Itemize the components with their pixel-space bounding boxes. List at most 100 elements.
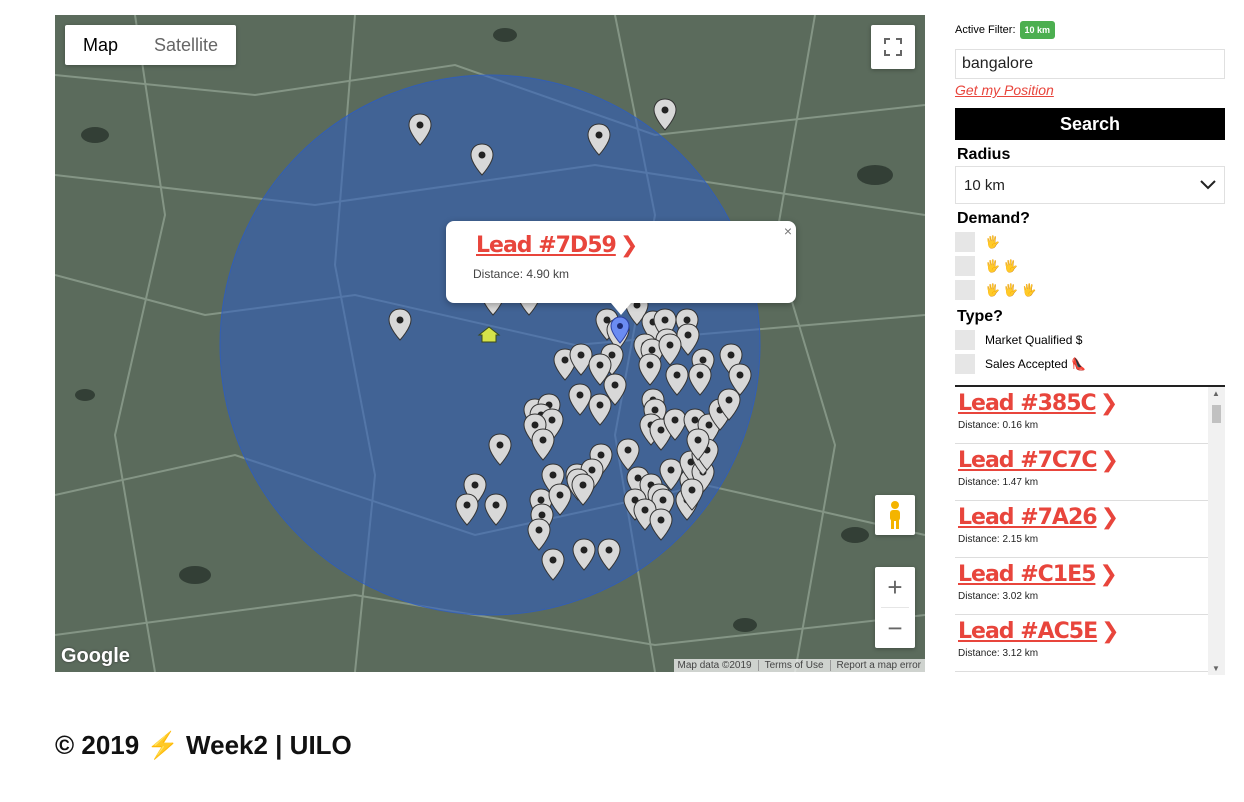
location-search-input[interactable]: bangalore bbox=[955, 49, 1225, 79]
lead-distance: Distance: 2.15 km bbox=[958, 534, 1039, 545]
lead-marker-dot bbox=[416, 121, 424, 129]
lead-marker-dot bbox=[538, 511, 546, 519]
lead-marker-dot bbox=[396, 316, 404, 324]
lead-link[interactable]: Lead #7A26 ❯ bbox=[958, 501, 1208, 530]
map-type-satellite-tab[interactable]: Satellite bbox=[136, 25, 236, 65]
lead-marker-dot bbox=[608, 351, 616, 359]
lead-marker-dot bbox=[661, 106, 669, 114]
zoom-out-button[interactable]: − bbox=[875, 608, 915, 648]
fullscreen-button[interactable] bbox=[871, 25, 915, 69]
lead-marker-dot bbox=[539, 436, 547, 444]
lead-marker-dot bbox=[705, 421, 713, 429]
fullscreen-icon bbox=[884, 38, 902, 56]
lead-marker-dot bbox=[549, 556, 557, 564]
lead-link[interactable]: Lead #C1E5 ❯ bbox=[958, 558, 1208, 587]
lead-distance: Distance: 1.47 km bbox=[958, 477, 1039, 488]
list-item: Lead #385C ❯ Distance: 0.16 km bbox=[955, 387, 1208, 444]
lead-marker-dot bbox=[727, 351, 735, 359]
type-option-market-qualified-label: Market Qualified $ bbox=[985, 333, 1083, 347]
lead-marker-dot bbox=[579, 481, 587, 489]
demand-checkbox-3[interactable] bbox=[955, 280, 975, 300]
lead-link[interactable]: Lead #AC5E ❯ bbox=[958, 615, 1208, 644]
type-checkbox-market-qualified[interactable] bbox=[955, 330, 975, 350]
list-item: Lead #7C7C ❯ Distance: 1.47 km bbox=[955, 444, 1208, 501]
scroll-down-icon[interactable]: ▼ bbox=[1212, 664, 1220, 673]
active-filter-badge: 10 km bbox=[1019, 21, 1056, 39]
lead-marker-dot bbox=[736, 371, 744, 379]
map-type-map-tab[interactable]: Map bbox=[65, 25, 136, 65]
demand-option-3[interactable]: 🖐 🖐 🖐 bbox=[955, 278, 1225, 302]
lead-list: Lead #385C ❯ Distance: 0.16 km Lead #7C7C… bbox=[955, 385, 1225, 675]
lead-marker-dot bbox=[463, 501, 471, 509]
demand-option-3-label: 🖐 🖐 🖐 bbox=[985, 283, 1037, 297]
map-canvas[interactable]: Map Satellite + − Google Map data ©2019 … bbox=[55, 15, 925, 672]
info-window: × Lead #7D59 ❯ Distance: 4.90 km bbox=[446, 221, 796, 315]
chevron-right-icon: ❯ bbox=[1100, 448, 1119, 473]
lead-list-scrollbar[interactable]: ▲ ▼ bbox=[1208, 387, 1225, 675]
lead-marker-dot bbox=[648, 346, 656, 354]
lead-marker-dot bbox=[561, 356, 569, 364]
lead-marker-dot bbox=[597, 451, 605, 459]
radius-label: Radius bbox=[957, 146, 1011, 163]
list-item: Lead #C1E5 ❯ Distance: 3.02 km bbox=[955, 558, 1208, 615]
demand-checkbox-2[interactable] bbox=[955, 256, 975, 276]
lead-marker-icon[interactable] bbox=[653, 98, 677, 131]
lead-marker-dot bbox=[531, 421, 539, 429]
demand-option-1[interactable]: 🖐 bbox=[955, 230, 1225, 254]
demand-option-2[interactable]: 🖐 🖐 bbox=[955, 254, 1225, 278]
lead-marker-dot bbox=[661, 316, 669, 324]
scrollbar-thumb[interactable] bbox=[1212, 405, 1221, 423]
lead-marker-dot bbox=[535, 526, 543, 534]
chevron-right-icon: ❯ bbox=[1099, 562, 1117, 587]
page-footer: © 2019 ⚡ Week2 | UILO bbox=[55, 730, 352, 760]
terms-of-use-link[interactable]: Terms of Use bbox=[757, 660, 824, 671]
lead-link[interactable]: Lead #385C ❯ bbox=[958, 387, 1208, 416]
info-window-close-icon[interactable]: × bbox=[784, 223, 792, 239]
lead-title: Lead #C1E5 bbox=[958, 562, 1096, 587]
lead-marker-dot bbox=[657, 426, 665, 434]
lead-marker-dot bbox=[671, 416, 679, 424]
radius-select-value: 10 km bbox=[964, 176, 1005, 194]
lead-title: Lead #AC5E bbox=[958, 619, 1098, 644]
search-button[interactable]: Search bbox=[955, 108, 1225, 140]
lead-marker-dot bbox=[646, 361, 654, 369]
lead-marker-dot bbox=[556, 491, 564, 499]
lead-marker-dot bbox=[666, 341, 674, 349]
lead-marker-dot bbox=[657, 516, 665, 524]
map-background bbox=[55, 15, 925, 672]
lead-marker-dot bbox=[478, 151, 486, 159]
zoom-in-button[interactable]: + bbox=[875, 567, 915, 607]
scroll-up-icon[interactable]: ▲ bbox=[1212, 389, 1220, 398]
lead-marker-dot bbox=[595, 131, 603, 139]
report-map-error-link[interactable]: Report a map error bbox=[829, 660, 921, 671]
lead-marker-dot bbox=[596, 401, 604, 409]
lead-marker-dot bbox=[611, 381, 619, 389]
info-window-lead-link[interactable]: Lead #7D59 ❯ bbox=[476, 233, 638, 258]
lead-distance: Distance: 0.16 km bbox=[958, 420, 1039, 431]
type-checkbox-sales-accepted[interactable] bbox=[955, 354, 975, 374]
info-window-distance: Distance: 4.90 km bbox=[473, 267, 570, 281]
lead-marker-dot bbox=[688, 486, 696, 494]
chevron-right-icon: ❯ bbox=[1101, 619, 1119, 644]
demand-label: Demand? bbox=[957, 210, 1030, 227]
active-filter: Active Filter: 10 km bbox=[955, 15, 1225, 45]
type-option-market-qualified[interactable]: Market Qualified $ bbox=[955, 328, 1225, 352]
get-my-position-link[interactable]: Get my Position bbox=[955, 82, 1225, 98]
demand-checkbox-1[interactable] bbox=[955, 232, 975, 252]
street-view-pegman-button[interactable] bbox=[875, 495, 915, 535]
radius-select[interactable]: 10 km bbox=[955, 166, 1225, 204]
lead-marker-dot bbox=[699, 356, 707, 364]
lead-marker-dot bbox=[651, 406, 659, 414]
map-type-control: Map Satellite bbox=[65, 25, 237, 65]
chevron-right-icon: ❯ bbox=[1100, 505, 1119, 530]
sidebar: Active Filter: 10 km bangalore Get my Po… bbox=[955, 15, 1225, 376]
type-option-sales-accepted[interactable]: Sales Accepted 👠 bbox=[955, 352, 1225, 376]
pegman-icon bbox=[890, 501, 900, 529]
demand-option-1-label: 🖐 bbox=[985, 235, 1000, 249]
lead-link[interactable]: Lead #7C7C ❯ bbox=[958, 444, 1208, 473]
lead-marker-dot bbox=[641, 506, 649, 514]
active-filter-label: Active Filter: bbox=[955, 24, 1016, 36]
demand-option-2-label: 🖐 🖐 bbox=[985, 259, 1019, 273]
list-item: Lead #7A26 ❯ Distance: 2.15 km bbox=[955, 501, 1208, 558]
chevron-right-icon: ❯ bbox=[619, 233, 638, 258]
